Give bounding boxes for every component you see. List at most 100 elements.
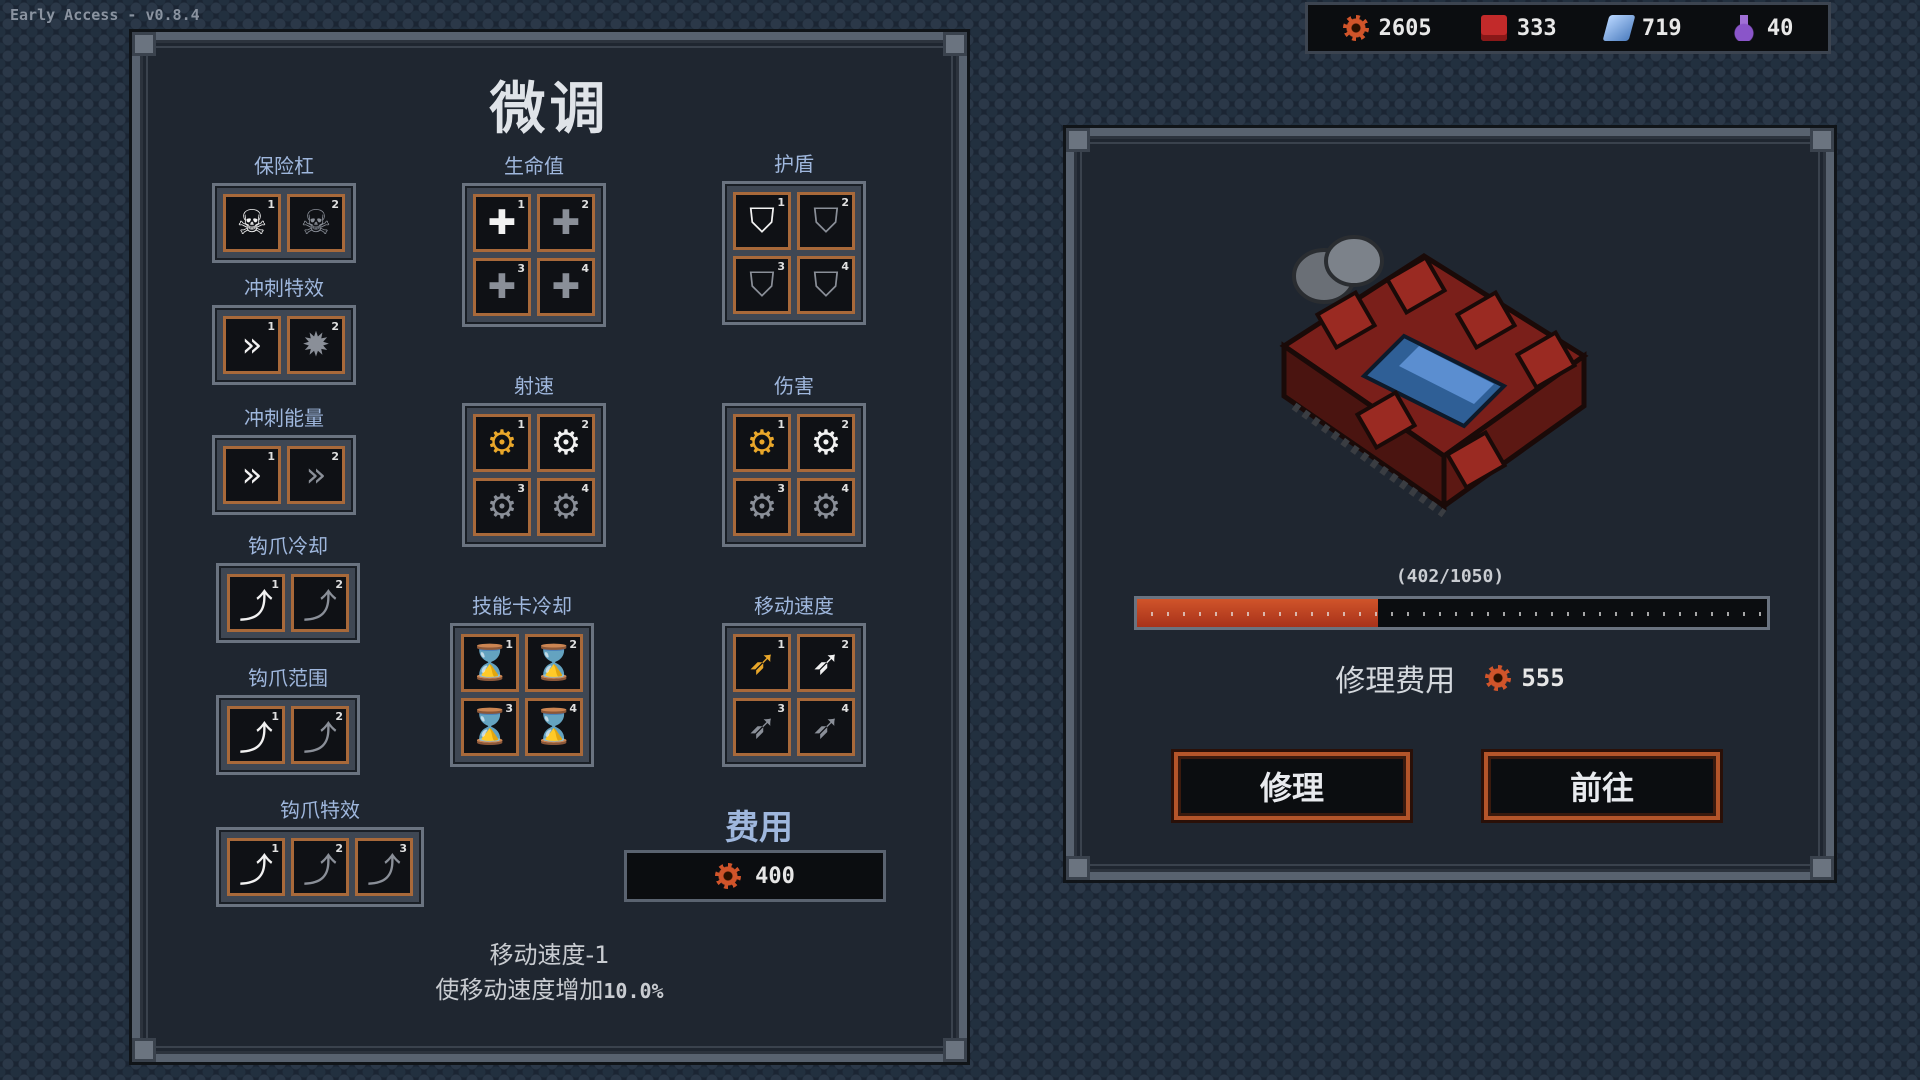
- potions-count: 40: [1766, 15, 1794, 41]
- hp-text: (402/1050): [1395, 566, 1505, 587]
- group-label: 生命值: [504, 154, 564, 178]
- fire-rate-slot-2[interactable]: ⚙ 2: [537, 414, 595, 472]
- repair-cost-label: 修理费用: [1335, 664, 1456, 699]
- move-speed-slot-3[interactable]: ➶ 3: [733, 698, 791, 756]
- repair-cost-row: 修理费用 555: [1074, 656, 1826, 700]
- vehicle-image: [1279, 235, 1589, 518]
- hook-cooldown-slot-2[interactable]: ⤴ 2: [291, 574, 349, 632]
- group-label: 钩爪范围: [248, 666, 328, 690]
- resource-boxes: 333: [1480, 15, 1557, 41]
- hook-cooldown-slot-1[interactable]: ⤴ 1: [227, 574, 285, 632]
- fire-rate-slot-3[interactable]: ⚙ 3: [473, 478, 531, 536]
- repair-button[interactable]: 修理: [1174, 752, 1410, 820]
- cost-value: 400: [755, 863, 795, 889]
- panel-title: 微调: [489, 77, 610, 142]
- group-label: 射速: [514, 374, 554, 398]
- skill-cooldown-slot-3[interactable]: ⌛ 3: [461, 698, 519, 756]
- gear-icon: [1485, 665, 1512, 691]
- red-box-icon: [1480, 15, 1507, 41]
- move-speed-slot-2[interactable]: ➶ 2: [797, 634, 855, 692]
- resource-crystals: 719: [1602, 15, 1682, 41]
- hook-effect-slot-2[interactable]: ⤴ 2: [291, 838, 349, 896]
- damage-slot-1[interactable]: ⚙ 1: [733, 414, 791, 472]
- cost-box: 400: [624, 850, 886, 902]
- group-move-speed: 移动速度 ➶ 1 ➶ 2 ➶ 3 ➶ 4: [722, 590, 866, 767]
- dash-effect-slot-1[interactable]: » 1: [223, 316, 281, 374]
- group-label: 冲刺能量: [244, 406, 324, 430]
- damage-slot-3[interactable]: ⚙ 3: [733, 478, 791, 536]
- gears-count: 2605: [1378, 15, 1432, 41]
- shield-slot-4[interactable]: ⛉ 4: [797, 256, 855, 314]
- version-label: Early Access - v0.8.4: [10, 6, 200, 24]
- dash-effect-slot-2[interactable]: ✹ 2: [287, 316, 345, 374]
- dash-energy-slot-2[interactable]: » 2: [287, 446, 345, 504]
- skill-cooldown-slot-2[interactable]: ⌛ 2: [525, 634, 583, 692]
- group-damage: 伤害 ⚙ 1 ⚙ 2 ⚙ 3 ⚙ 4: [722, 370, 866, 547]
- move-speed-slot-1[interactable]: ➶ 1: [733, 634, 791, 692]
- group-skill-cooldown: 技能卡冷却 ⌛ 1 ⌛ 2 ⌛ 3 ⌛ 4: [450, 590, 594, 767]
- health-slot-3[interactable]: ✚ 3: [473, 258, 531, 316]
- group-bumper: 保险杠 ☠ 1 ☠ 2: [212, 150, 356, 263]
- group-label: 技能卡冷却: [472, 594, 572, 618]
- hook-range-slot-2[interactable]: ⤴ 2: [291, 706, 349, 764]
- fire-rate-slot-1[interactable]: ⚙ 1: [473, 414, 531, 472]
- rivet: [132, 1038, 156, 1062]
- rivet: [1066, 856, 1090, 880]
- crystals-count: 719: [1641, 15, 1682, 41]
- resource-bar: 2605 333 719 40: [1305, 2, 1831, 54]
- hook-range-slot-1[interactable]: ⤴ 1: [227, 706, 285, 764]
- skill-cooldown-slot-4[interactable]: ⌛ 4: [525, 698, 583, 756]
- bumper-slot-2[interactable]: ☠ 2: [287, 194, 345, 252]
- rivet: [1810, 128, 1834, 152]
- health-slot-1[interactable]: ✚ 1: [473, 194, 531, 252]
- shield-slot-2[interactable]: ⛉ 2: [797, 192, 855, 250]
- repair-cost-value: 555: [1521, 664, 1565, 692]
- shield-slot-1[interactable]: ⛉ 1: [733, 192, 791, 250]
- group-label: 冲刺特效: [244, 276, 324, 300]
- damage-slot-4[interactable]: ⚙ 4: [797, 478, 855, 536]
- boxes-count: 333: [1516, 15, 1557, 41]
- hook-effect-slot-3[interactable]: ⤴ 3: [355, 838, 413, 896]
- gear-icon: [1342, 15, 1369, 41]
- resource-potions: 40: [1730, 15, 1794, 41]
- repair-cost: 555: [1485, 664, 1565, 692]
- group-label: 伤害: [774, 374, 814, 398]
- group-hook-cooldown: 钩爪冷却 ⤴ 1 ⤴ 2: [216, 530, 360, 643]
- hp-bar-ticks: [1137, 599, 1767, 627]
- group-label: 保险杠: [254, 154, 314, 178]
- group-label: 移动速度: [754, 594, 834, 618]
- group-dash-energy: 冲刺能量 » 1 » 2: [212, 402, 356, 515]
- potion-icon: [1730, 15, 1757, 41]
- rivet: [943, 32, 967, 56]
- upgrade-name: 移动速度-1: [489, 941, 610, 969]
- hp-bar: [1134, 596, 1770, 630]
- crystal-icon: [1602, 15, 1636, 41]
- shield-slot-3[interactable]: ⛉ 3: [733, 256, 791, 314]
- group-dash-effect: 冲刺特效 » 1 ✹ 2: [212, 272, 356, 385]
- group-label: 钩爪冷却: [248, 534, 328, 558]
- health-slot-2[interactable]: ✚ 2: [537, 194, 595, 252]
- damage-slot-2[interactable]: ⚙ 2: [797, 414, 855, 472]
- group-fire-rate: 射速 ⚙ 1 ⚙ 2 ⚙ 3 ⚙ 4: [462, 370, 606, 547]
- skill-cooldown-slot-1[interactable]: ⌛ 1: [461, 634, 519, 692]
- group-label: 钩爪特效: [280, 798, 360, 822]
- group-shield: 护盾 ⛉ 1 ⛉ 2 ⛉ 3 ⛉ 4: [722, 148, 866, 325]
- rivet: [132, 32, 156, 56]
- group-hook-effect: 钩爪特效 ⤴ 1 ⤴ 2 ⤴ 3: [216, 794, 424, 907]
- hook-effect-slot-1[interactable]: ⤴ 1: [227, 838, 285, 896]
- move-speed-slot-4[interactable]: ➶ 4: [797, 698, 855, 756]
- upgrade-description: 使移动速度增加10.0%: [435, 976, 664, 1004]
- bumper-slot-1[interactable]: ☠ 1: [223, 194, 281, 252]
- dash-energy-slot-1[interactable]: » 1: [223, 446, 281, 504]
- health-slot-4[interactable]: ✚ 4: [537, 258, 595, 316]
- vehicle-panel: (402/1050) 修理费用 555 修理 前往: [1066, 128, 1834, 880]
- group-hook-range: 钩爪范围 ⤴ 1 ⤴ 2: [216, 662, 360, 775]
- fire-rate-slot-4[interactable]: ⚙ 4: [537, 478, 595, 536]
- go-button[interactable]: 前往: [1484, 752, 1720, 820]
- rivet: [943, 1038, 967, 1062]
- rivet: [1066, 128, 1090, 152]
- gear-icon: [715, 863, 742, 889]
- rivet: [1810, 856, 1834, 880]
- cost-label: 费用: [725, 808, 793, 848]
- group-label: 护盾: [774, 152, 814, 176]
